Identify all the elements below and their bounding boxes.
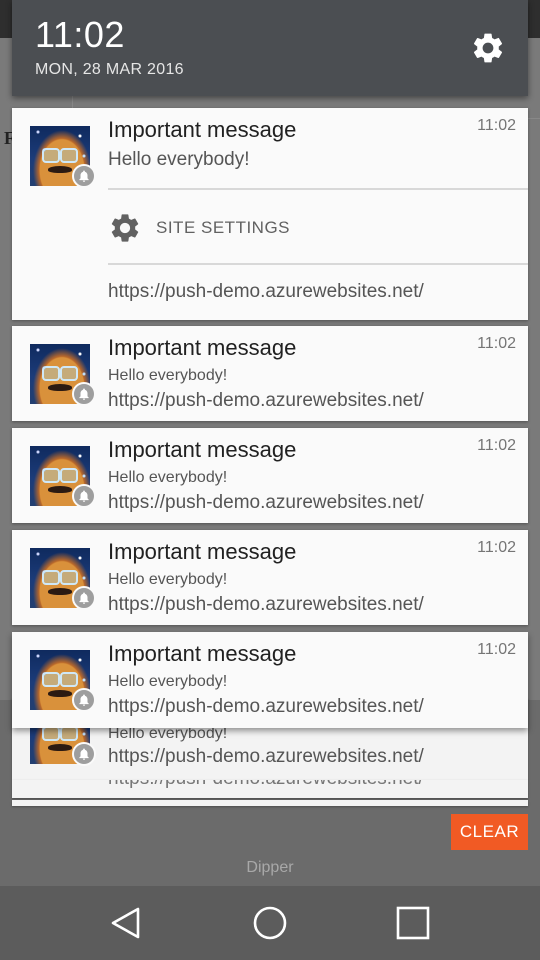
notification-title: Important message [108,117,297,142]
notification-url: https://push-demo.azurewebsites.net/ [108,492,424,513]
back-triangle-icon [111,907,140,939]
notification-body: Hello everybody! [108,673,228,690]
notification-time: 11:02 [477,641,516,658]
site-icon [30,126,96,188]
notification-card[interactable]: Important message 11:02 Hello everybody!… [12,632,528,728]
notification-title: Important message [108,641,297,666]
navigation-bar [0,886,540,960]
notification-url: https://push-demo.azurewebsites.net/ [108,746,424,767]
bell-icon [72,688,96,712]
notification-body: Hello everybody! [108,469,228,486]
bell-icon [72,164,96,188]
notification-title: Important message [108,437,297,462]
site-icon [30,548,96,610]
notification-time: 11:02 [477,437,516,454]
divider [108,188,528,190]
home-circle-icon [253,906,287,940]
site-icon [30,650,96,712]
notification-card[interactable]: Important message 11:02 Hello everybody!… [12,428,528,523]
notification-time: 11:02 [477,539,516,556]
notification-card[interactable]: Important message 11:02 Hello everybody!… [12,530,528,625]
notification-body: Hello everybody! [108,571,228,588]
notification-body: Hello everybody! [108,149,250,170]
carrier-label: Dipper [246,859,294,876]
gear-icon [111,214,139,242]
site-settings-button[interactable]: SITE SETTINGS [108,208,290,248]
notification-stacked[interactable] [12,800,528,806]
site-icon [30,446,96,508]
date: MON, 28 MAR 2016 [35,61,184,78]
site-settings-label: SITE SETTINGS [156,218,291,237]
bell-icon [72,742,96,766]
notification-url: https://push-demo.azurewebsites.net/ [108,390,424,411]
home-button[interactable] [246,901,294,945]
settings-button[interactable] [470,30,506,66]
recents-square-icon [396,906,430,940]
recents-button[interactable] [389,901,437,945]
notification-card[interactable]: Important message 11:02 Hello everybody!… [12,326,528,421]
back-button[interactable] [102,901,150,945]
bell-icon [72,484,96,508]
notification-stacked[interactable]: https://push-demo.azurewebsites.net/ [12,780,528,798]
clock: 11:02 [35,14,125,55]
bell-icon [72,586,96,610]
notification-time: 11:02 [477,335,516,352]
divider [108,263,528,265]
notification-url: https://push-demo.azurewebsites.net/ [108,780,424,790]
notification-body: Hello everybody! [108,367,228,384]
notification-url: https://push-demo.azurewebsites.net/ [108,281,424,302]
notification-time: 11:02 [477,117,516,134]
site-icon [30,344,96,406]
clear-all-button[interactable]: CLEAR [451,814,528,850]
notification-title: Important message [108,539,297,564]
notification-url: https://push-demo.azurewebsites.net/ [108,594,424,615]
notification-shade-header: 11:02 MON, 28 MAR 2016 [12,0,528,96]
gear-icon [473,33,503,63]
notification-expanded[interactable]: Important message 11:02 Hello everybody!… [12,108,528,320]
bell-icon [72,382,96,406]
notification-title: Important message [108,335,297,360]
notification-url: https://push-demo.azurewebsites.net/ [108,696,424,717]
